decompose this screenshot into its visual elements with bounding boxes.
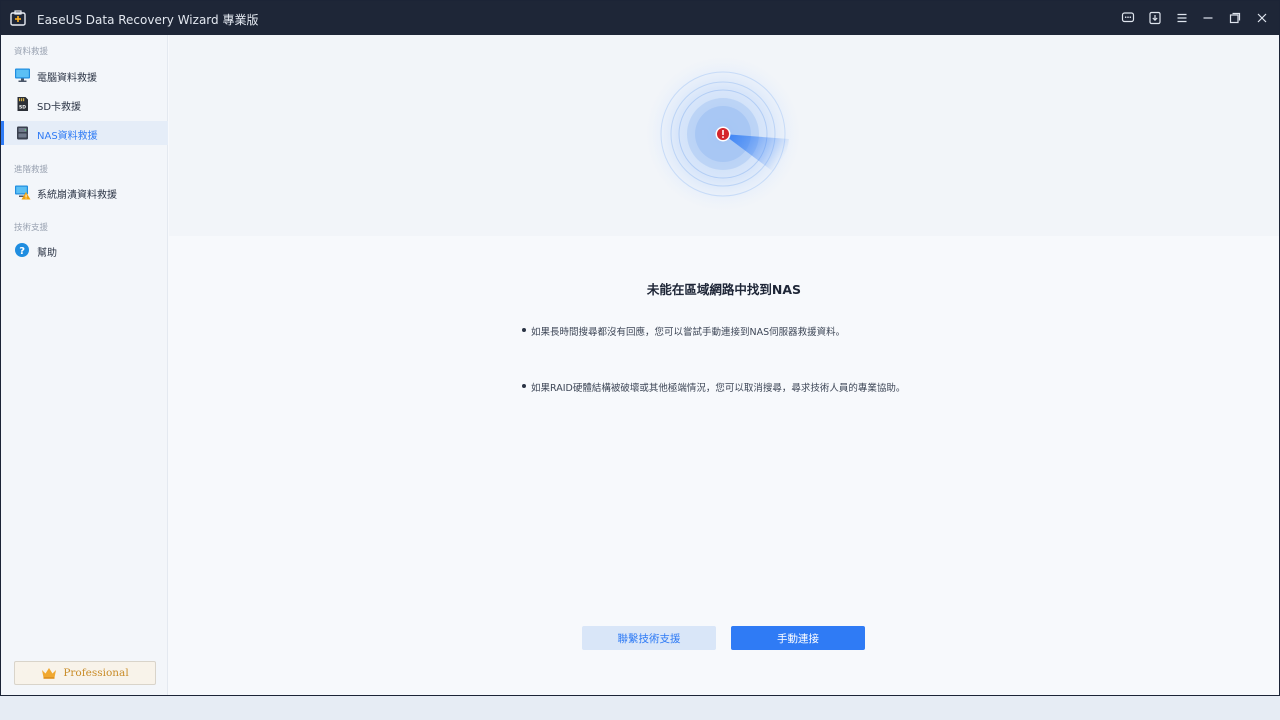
help-icon: ? — [15, 243, 29, 257]
manual-connect-button[interactable]: 手動連接 — [731, 626, 865, 650]
minimize-button[interactable] — [1199, 9, 1217, 27]
sd-card-icon: SD — [17, 97, 28, 111]
close-icon — [1257, 13, 1267, 23]
menu-button[interactable] — [1173, 9, 1191, 27]
sidebar-item-pc-recovery[interactable]: 電腦資料救援 — [1, 63, 168, 87]
download-button[interactable] — [1146, 9, 1164, 27]
active-indicator — [1, 121, 4, 145]
contact-support-button[interactable]: 聯繫技術支援 — [582, 626, 716, 650]
menu-icon — [1177, 13, 1187, 23]
restore-button[interactable] — [1226, 9, 1244, 27]
window-title: EaseUS Data Recovery Wizard 專業版 — [37, 13, 259, 27]
sidebar-item-label: SD卡救援 — [37, 102, 82, 113]
feedback-icon — [1121, 12, 1135, 23]
section-label-data-recovery: 資料救援 — [14, 47, 49, 57]
close-button[interactable] — [1253, 9, 1271, 27]
sidebar: 資料救援 電腦資料救援 SD SD卡救援 NAS資料救援 進階救援 系統崩潰資料… — [1, 35, 168, 695]
sidebar-item-label: 幫助 — [37, 248, 57, 259]
professional-button[interactable]: Professional — [14, 661, 156, 685]
radar-scan-illustration — [645, 56, 801, 212]
system-crash-icon — [15, 185, 31, 200]
tip-item: 如果長時間搜尋都沒有回應，您可以嘗試手動連接到NAS伺服器救援資料。 — [521, 324, 845, 338]
section-label-advanced-recovery: 進階救援 — [14, 165, 49, 175]
title-bar: EaseUS Data Recovery Wizard 專業版 — [1, 1, 1279, 35]
svg-text:SD: SD — [19, 105, 26, 111]
section-label-tech-support: 技術支援 — [14, 223, 49, 233]
nas-icon — [17, 126, 28, 140]
tip-item: 如果RAID硬體結構被破壞或其他極端情況，您可以取消搜尋，尋求技術人員的專業協助… — [521, 380, 905, 394]
restore-icon — [1229, 12, 1241, 24]
sidebar-item-system-crash-recovery[interactable]: 系統崩潰資料救援 — [1, 180, 168, 204]
main-content: 未能在區域網路中找到NAS 如果長時間搜尋都沒有回應，您可以嘗試手動連接到NAS… — [169, 236, 1279, 695]
svg-text:?: ? — [19, 246, 25, 257]
page-title: 未能在區域網路中找到NAS — [646, 282, 802, 297]
app-window: EaseUS Data Recovery Wizard 專業版 資料救援 電腦資… — [0, 0, 1280, 696]
crown-icon — [42, 668, 57, 679]
sidebar-item-nas-recovery[interactable]: NAS資料救援 — [1, 121, 168, 145]
download-icon — [1149, 11, 1161, 25]
professional-label: Professional — [63, 667, 129, 679]
app-logo-icon — [10, 10, 26, 26]
minimize-icon — [1203, 17, 1213, 19]
monitor-icon — [15, 68, 30, 82]
sidebar-item-help[interactable]: ? 幫助 — [1, 238, 168, 262]
feedback-button[interactable] — [1119, 9, 1137, 27]
sidebar-item-sd-recovery[interactable]: SD SD卡救援 — [1, 92, 168, 116]
sidebar-item-label: 系統崩潰資料救援 — [37, 190, 117, 201]
radar-scan-area — [169, 35, 1279, 236]
sidebar-item-label: 電腦資料救援 — [37, 73, 97, 84]
sidebar-item-label: NAS資料救援 — [37, 131, 98, 142]
